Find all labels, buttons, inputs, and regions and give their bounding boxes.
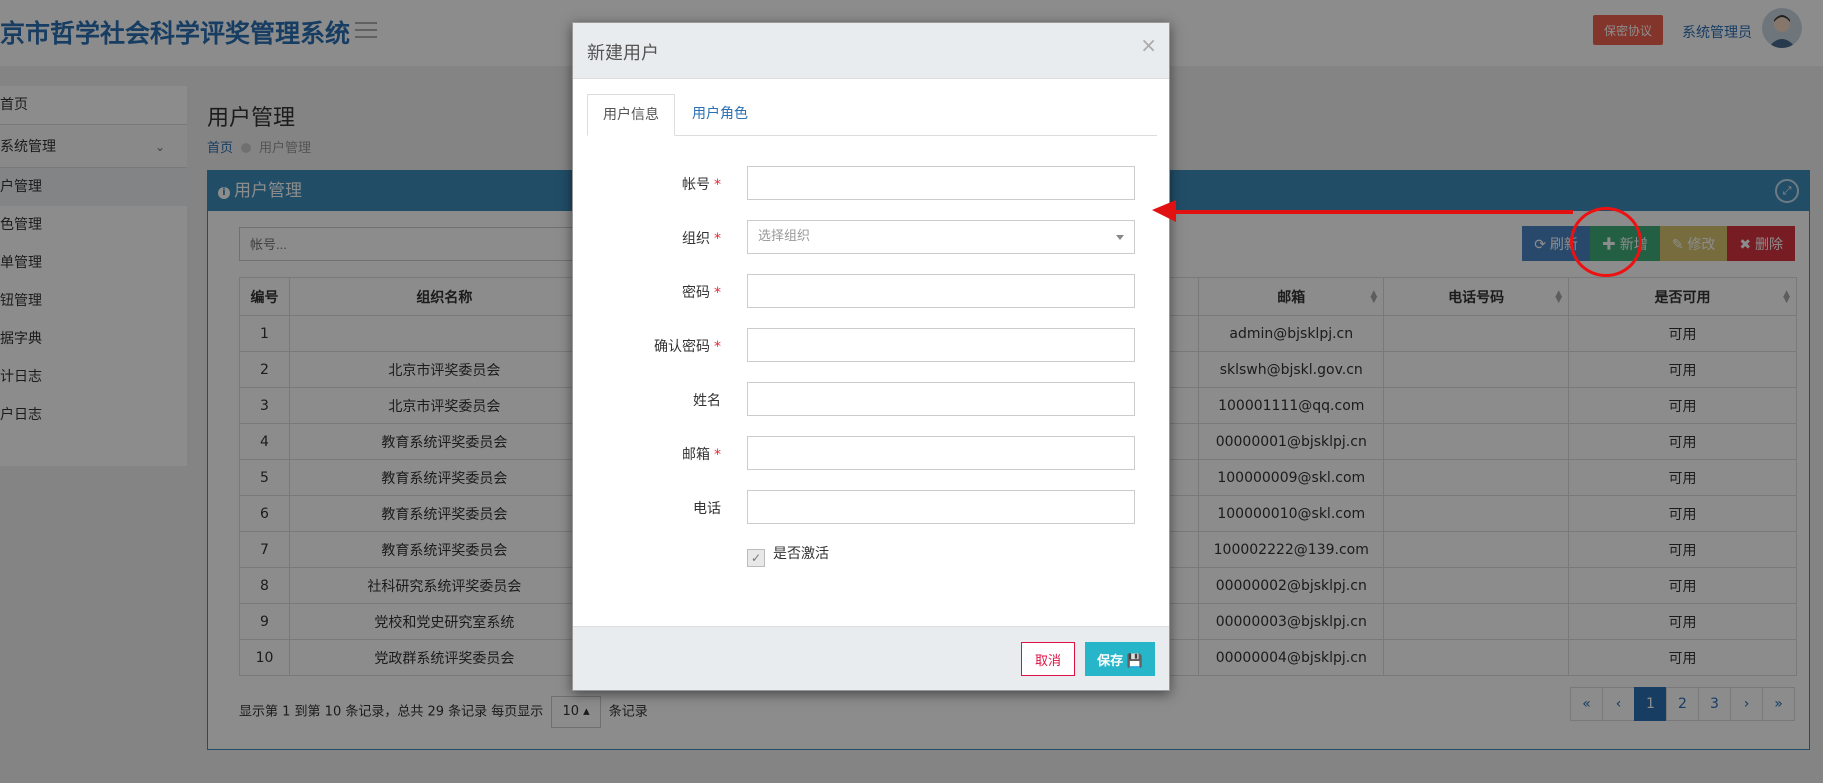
- email-label-text: 邮箱: [682, 447, 710, 463]
- new-user-dialog: 新建用户 × 用户信息 用户角色 帐号 * 组织 * 选择组织 密码 * 确认密码 * …: [572, 22, 1170, 691]
- org-row: 组织 * 选择组织: [573, 220, 1171, 256]
- active-label: 是否激活: [773, 546, 829, 562]
- annotation-arrow: [1152, 200, 1573, 222]
- confirm-password-row: 确认密码 *: [573, 328, 1171, 364]
- active-checkbox[interactable]: ✓: [747, 549, 765, 567]
- dialog-tabs: 用户信息 用户角色: [587, 94, 1157, 136]
- save-button[interactable]: 保存 💾: [1085, 642, 1155, 676]
- tab-user-roles[interactable]: 用户角色: [677, 94, 763, 136]
- password-row: 密码 *: [573, 274, 1171, 310]
- required-mark: *: [714, 447, 721, 463]
- org-select[interactable]: 选择组织: [747, 220, 1135, 254]
- close-icon[interactable]: ×: [1140, 33, 1157, 57]
- account-row: 帐号 *: [573, 166, 1171, 202]
- account-label: 帐号 *: [682, 174, 721, 194]
- dialog-header: 新建用户 ×: [573, 23, 1169, 79]
- password-label-text: 密码: [682, 285, 710, 301]
- password-input[interactable]: [747, 274, 1135, 308]
- cancel-button[interactable]: 取消: [1021, 642, 1075, 676]
- confirm-password-label: 确认密码 *: [654, 336, 721, 356]
- name-input[interactable]: [747, 382, 1135, 416]
- phone-input[interactable]: [747, 490, 1135, 524]
- account-input[interactable]: [747, 166, 1135, 200]
- name-label-text: 姓名: [693, 393, 721, 409]
- org-label-text: 组织: [682, 231, 710, 247]
- account-label-text: 帐号: [682, 177, 710, 193]
- dialog-title: 新建用户: [587, 43, 659, 64]
- name-row: 姓名: [573, 382, 1171, 418]
- required-mark: *: [714, 339, 721, 355]
- org-select-placeholder: 选择组织: [758, 229, 811, 244]
- email-label: 邮箱 *: [682, 444, 721, 464]
- annotation-circle: [1570, 207, 1642, 277]
- tab-user-info[interactable]: 用户信息: [587, 94, 675, 136]
- email-field[interactable]: [747, 436, 1135, 470]
- save-icon: 💾: [1126, 652, 1143, 668]
- save-label: 保存: [1097, 652, 1124, 668]
- dialog-footer: 取消 保存 💾: [573, 626, 1169, 690]
- name-label: 姓名: [693, 390, 721, 410]
- active-checkbox-row: ✓ 是否激活: [747, 543, 829, 567]
- check-icon: ✓: [750, 551, 762, 565]
- phone-label-text: 电话: [693, 501, 721, 517]
- email-row: 邮箱 *: [573, 436, 1171, 472]
- required-mark: *: [714, 285, 721, 301]
- required-mark: *: [714, 231, 721, 247]
- org-label: 组织 *: [682, 228, 721, 248]
- phone-label: 电话: [693, 498, 721, 518]
- confirm-password-input[interactable]: [747, 328, 1135, 362]
- required-mark: *: [714, 177, 721, 193]
- caret-down-icon: [1116, 235, 1124, 240]
- confirm-password-label-text: 确认密码: [654, 339, 710, 355]
- phone-row: 电话: [573, 490, 1171, 526]
- password-label: 密码 *: [682, 282, 721, 302]
